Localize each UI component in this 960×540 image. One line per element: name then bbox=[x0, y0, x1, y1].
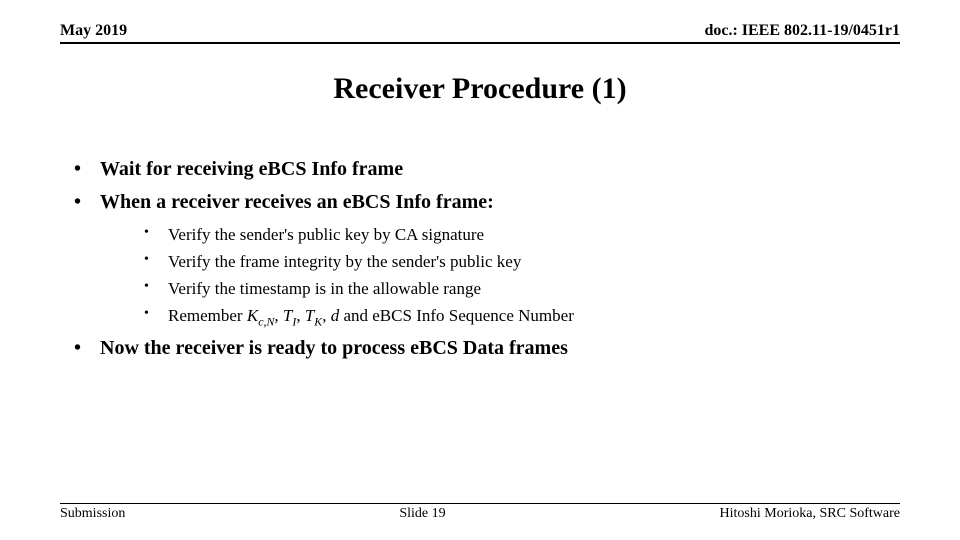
remember-prefix: Remember bbox=[168, 306, 247, 325]
sep1: , bbox=[274, 306, 283, 325]
page-title: Receiver Procedure (1) bbox=[0, 72, 960, 106]
bullet-when-receives: When a receiver receives an eBCS Info fr… bbox=[60, 189, 900, 329]
footer-left: Submission bbox=[60, 506, 125, 522]
footer-bar: Submission Slide 19 Hitoshi Morioka, SRC… bbox=[60, 503, 900, 522]
slide-page: May 2019 doc.: IEEE 802.11-19/0451r1 Rec… bbox=[0, 0, 960, 540]
bullet-when-text: When a receiver receives an eBCS Info fr… bbox=[100, 191, 494, 213]
header-doc-id: doc.: IEEE 802.11-19/0451r1 bbox=[704, 22, 900, 40]
footer-center: Slide 19 bbox=[399, 506, 445, 522]
sub-cN: c,N bbox=[258, 314, 274, 328]
sub-bullet-list: Verify the sender's public key by CA sig… bbox=[100, 224, 900, 329]
sep2: , bbox=[296, 306, 305, 325]
sym-TI: T bbox=[283, 306, 292, 325]
sep3: , bbox=[322, 306, 331, 325]
remember-suffix: and eBCS Info Sequence Number bbox=[339, 306, 574, 325]
footer-right: Hitoshi Morioka, SRC Software bbox=[720, 506, 900, 522]
bullet-ready: Now the receiver is ready to process eBC… bbox=[60, 335, 900, 362]
sym-TK: T bbox=[305, 306, 314, 325]
sub-verify-timestamp: Verify the timestamp is in the allowable… bbox=[130, 278, 900, 301]
sub-verify-integrity: Verify the frame integrity by the sender… bbox=[130, 251, 900, 274]
bullet-wait: Wait for receiving eBCS Info frame bbox=[60, 156, 900, 183]
sub-remember-params: Remember Kc,N, TI, TK, d and eBCS Info S… bbox=[130, 305, 900, 329]
header-bar: May 2019 doc.: IEEE 802.11-19/0451r1 bbox=[60, 22, 900, 44]
header-date: May 2019 bbox=[60, 22, 127, 40]
sym-d: d bbox=[331, 306, 340, 325]
sym-K: K bbox=[247, 306, 258, 325]
sub-verify-pubkey: Verify the sender's public key by CA sig… bbox=[130, 224, 900, 247]
content-area: Wait for receiving eBCS Info frame When … bbox=[60, 150, 900, 368]
top-bullet-list: Wait for receiving eBCS Info frame When … bbox=[60, 156, 900, 362]
